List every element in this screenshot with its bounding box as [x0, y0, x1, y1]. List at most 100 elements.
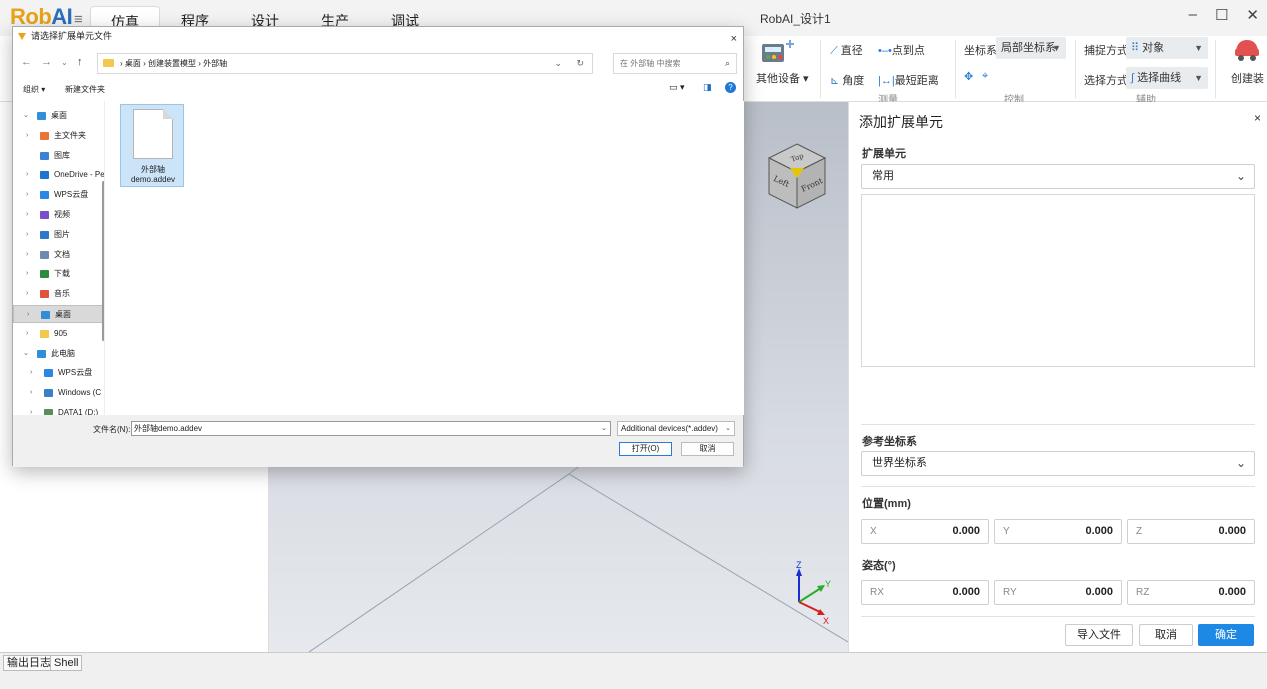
diameter-button[interactable]: ⟋ 直径	[830, 42, 863, 58]
view-mode-icon[interactable]: ▭ ▾	[669, 82, 685, 93]
import-file-button[interactable]: 导入文件	[1065, 624, 1133, 646]
recent-dropdown-icon[interactable]: ⌄	[61, 58, 68, 67]
confirm-button[interactable]: 确定	[1198, 624, 1254, 646]
filename-input[interactable]: 外部轴demo.addev ⌄	[131, 421, 611, 436]
rot-ry-field[interactable]: RY 0.000	[994, 580, 1122, 605]
nav-item-label: 桌面	[55, 310, 71, 319]
file-list-pane[interactable]: 外部轴 demo.addev	[108, 101, 744, 415]
pos-x-field[interactable]: X 0.000	[861, 519, 989, 544]
move-icon[interactable]: ✥	[964, 70, 973, 83]
panel-close-icon[interactable]: ×	[1254, 111, 1261, 125]
chevron-right-icon[interactable]: ›	[26, 285, 28, 303]
dialog-close-icon[interactable]: ×	[731, 30, 737, 49]
window-controls: – ☐ ✕	[1189, 6, 1259, 24]
coord-select[interactable]: 局部坐标系 ▼	[996, 37, 1066, 59]
nav-item[interactable]: › DATA1 (D:)	[13, 404, 104, 415]
chevron-right-icon[interactable]: ›	[26, 265, 28, 283]
nav-item[interactable]: › 主文件夹	[13, 127, 104, 145]
nav-item[interactable]: › 文档	[13, 246, 104, 264]
divider	[861, 424, 1255, 425]
file-item-selected[interactable]: 外部轴 demo.addev	[120, 104, 184, 187]
close-icon[interactable]: ✕	[1246, 6, 1259, 24]
other-devices-button[interactable]: 其他设备 ▾	[756, 70, 809, 86]
back-icon[interactable]: ←	[21, 56, 32, 68]
filetype-select[interactable]: Additional devices(*.addev) ⌄	[617, 421, 735, 436]
frame-icon[interactable]: ⌖	[982, 70, 988, 83]
nav-item[interactable]: › 下载	[13, 265, 104, 283]
dialog-footer: 文件名(N): 外部轴demo.addev ⌄ Additional device…	[13, 415, 743, 467]
nav-item[interactable]: › WPS云盘	[13, 364, 104, 382]
dialog-toolbar: 组织 ▾ 新建文件夹 ▭ ▾ ◨ ?	[13, 81, 743, 99]
rot-rx-field[interactable]: RX 0.000	[861, 580, 989, 605]
dialog-title-bar: 请选择扩展单元文件 ×	[13, 27, 743, 46]
create-device-icon[interactable]	[1232, 36, 1262, 66]
window-title: RobAI_设计1	[760, 12, 831, 26]
chevron-down-icon[interactable]: ⌄	[601, 422, 607, 435]
chevron-right-icon[interactable]: ›	[26, 166, 28, 184]
ext-unit-list[interactable]	[861, 194, 1255, 367]
dialog-cancel-button[interactable]: 取消	[681, 442, 734, 456]
select-mode-select[interactable]: ∫ 选择曲线 ▼	[1126, 67, 1208, 89]
nav-item[interactable]: › Windows (C	[13, 384, 104, 402]
nav-item[interactable]: › 桌面	[13, 305, 104, 323]
search-input[interactable]: 在 外部轴 中搜索 ⌕	[613, 53, 737, 74]
preview-pane-icon[interactable]: ◨	[703, 82, 712, 93]
nav-item[interactable]: 图库	[13, 147, 104, 165]
other-devices-icon[interactable]	[760, 38, 798, 66]
pos-y-field[interactable]: Y 0.000	[994, 519, 1122, 544]
chevron-right-icon[interactable]: ›	[26, 186, 28, 204]
tab-shell[interactable]: Shell	[50, 655, 83, 671]
organize-button[interactable]: 组织 ▾	[23, 84, 45, 95]
chevron-right-icon[interactable]: ›	[27, 306, 29, 322]
nav-item[interactable]: ⌄ 此电脑	[13, 345, 104, 363]
tab-output-log[interactable]: 输出日志	[3, 655, 55, 671]
nav-item[interactable]: › 视频	[13, 206, 104, 224]
cancel-button[interactable]: 取消	[1139, 624, 1193, 646]
shortest-distance-button[interactable]: |↔|最短距离	[878, 72, 939, 88]
chevron-right-icon[interactable]: ›	[26, 226, 28, 244]
snap-select[interactable]: ⠿ 对象 ▼	[1126, 37, 1208, 59]
ext-unit-select[interactable]: 常用 ⌄	[861, 164, 1255, 189]
chevron-right-icon[interactable]: ›	[30, 384, 32, 402]
forward-icon[interactable]: →	[41, 56, 52, 68]
new-folder-button[interactable]: 新建文件夹	[65, 84, 105, 95]
help-icon[interactable]: ?	[725, 82, 736, 93]
nav-item-label: WPS云盘	[54, 190, 89, 200]
nav-scrollbar[interactable]	[102, 181, 104, 341]
chevron-right-icon[interactable]: ›	[26, 246, 28, 264]
navigation-pane: ⌄ 桌面 › 主文件夹 图库 › OneDrive - Pe › WPS云盘 › 视频 › 图片 › 文档 ›…	[13, 101, 105, 415]
up-icon[interactable]: ↑	[77, 56, 83, 68]
nav-item-label: OneDrive - Pe	[54, 170, 105, 180]
ref-coord-select[interactable]: 世界坐标系 ⌄	[861, 451, 1255, 476]
nav-item[interactable]: › 音乐	[13, 285, 104, 303]
coord-label: 坐标系	[964, 45, 997, 57]
pos-z-field[interactable]: Z 0.000	[1127, 519, 1255, 544]
nav-item[interactable]: › 905	[13, 325, 104, 343]
address-dropdown-icon[interactable]: ⌄	[554, 54, 562, 73]
chevron-right-icon[interactable]: ›	[26, 325, 28, 343]
maximize-icon[interactable]: ☐	[1215, 6, 1228, 24]
ref-coord-label: 参考坐标系	[862, 436, 917, 448]
open-button[interactable]: 打开(O)	[619, 442, 672, 456]
create-device-button[interactable]: 创建装	[1231, 70, 1264, 86]
minimize-icon[interactable]: –	[1189, 6, 1197, 24]
point-to-point-button[interactable]: •–•点到点	[878, 42, 925, 58]
nav-item[interactable]: › 图片	[13, 226, 104, 244]
chevron-right-icon[interactable]: ›	[26, 127, 28, 145]
angle-button[interactable]: ⊾ 角度	[830, 72, 864, 88]
chevron-right-icon[interactable]: ›	[26, 206, 28, 224]
chevron-right-icon[interactable]: ›	[30, 404, 32, 415]
refresh-icon[interactable]: ↻	[576, 54, 584, 73]
filename-label: 文件名(N):	[93, 425, 131, 434]
nav-item[interactable]: › WPS云盘	[13, 186, 104, 204]
folder-icon	[40, 290, 49, 299]
rot-rz-field[interactable]: RZ 0.000	[1127, 580, 1255, 605]
chevron-down-icon[interactable]: ⌄	[23, 345, 29, 363]
dialog-nav-row: ← → ⌄ ↑ › 桌面 › 创建装置模型 › 外部轴 ⌄ ↻ 在 外部轴 中搜…	[13, 51, 743, 77]
chevron-down-icon[interactable]: ⌄	[23, 107, 29, 125]
nav-item[interactable]: › OneDrive - Pe	[13, 166, 105, 184]
view-cube[interactable]: Top Left Front	[765, 142, 829, 212]
address-bar[interactable]: › 桌面 › 创建装置模型 › 外部轴 ⌄ ↻	[97, 53, 593, 74]
chevron-right-icon[interactable]: ›	[30, 364, 32, 382]
nav-item[interactable]: ⌄ 桌面	[13, 107, 104, 125]
